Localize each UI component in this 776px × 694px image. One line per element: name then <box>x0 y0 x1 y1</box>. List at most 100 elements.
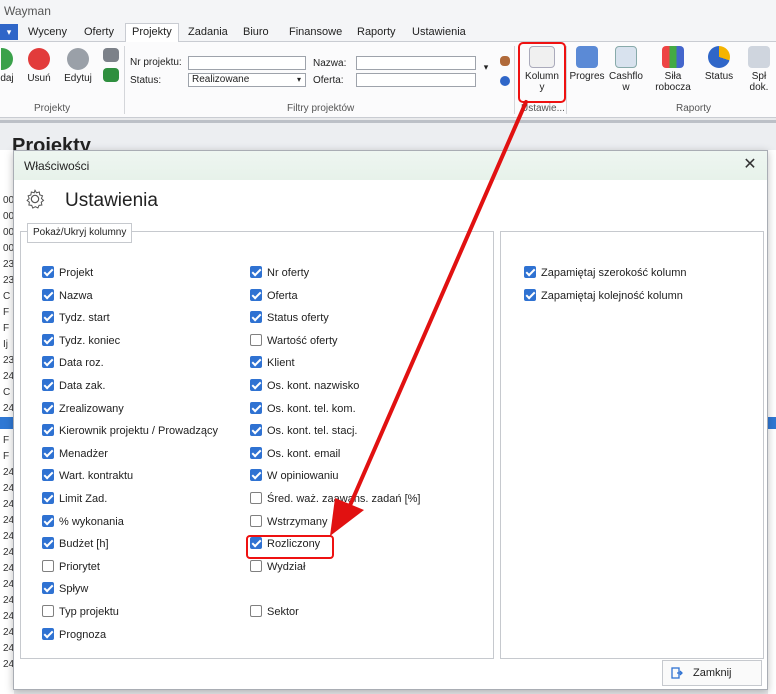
oferta-field[interactable] <box>356 73 476 87</box>
checkbox-kierownik-projektu-prowadzący[interactable]: Kierownik projektu / Prowadzący <box>42 424 218 439</box>
checkbox-sektor[interactable]: Sektor <box>250 605 299 620</box>
door-exit-icon <box>671 667 683 679</box>
checkbox-spływ[interactable]: Spływ <box>42 582 88 597</box>
checkbox-tydz-start[interactable]: Tydz. start <box>42 311 110 326</box>
checkbox-checked-icon[interactable] <box>42 311 54 324</box>
grid-right-edge <box>768 150 776 694</box>
status-select[interactable]: Realizowane ▾ <box>188 73 306 87</box>
status-button[interactable]: Status <box>700 46 738 82</box>
nr-projektu-field[interactable] <box>188 56 306 70</box>
checkbox-nazwa[interactable]: Nazwa <box>42 288 93 304</box>
checkbox-typ-projektu[interactable]: Typ projektu <box>42 605 119 620</box>
checkbox-checked-icon[interactable] <box>42 356 54 369</box>
checkbox-checked-icon[interactable] <box>42 514 54 527</box>
checkbox-os-kont-tel-kom[interactable]: Os. kont. tel. kom. <box>250 401 356 417</box>
checkbox-checked-icon[interactable] <box>42 379 54 392</box>
checkbox-unchecked-icon[interactable] <box>250 559 262 572</box>
checkbox-checked-icon[interactable] <box>250 266 262 279</box>
selected-row[interactable] <box>0 417 14 429</box>
tab-ustawienia[interactable]: Ustawienia <box>412 26 466 38</box>
checkbox-checked-icon[interactable] <box>42 492 54 505</box>
checkbox-priorytet[interactable]: Priorytet <box>42 559 100 575</box>
checkbox-status-oferty[interactable]: Status oferty <box>250 311 329 326</box>
checkbox-unchecked-icon[interactable] <box>250 492 262 505</box>
checkbox-checked-icon[interactable] <box>42 627 54 640</box>
clear-filter-button[interactable] <box>499 56 511 69</box>
app-menu-button[interactable]: ▾ <box>0 24 18 40</box>
checkbox--wykonania[interactable]: % wykonania <box>42 514 124 530</box>
cashflow-label-1: Cashflo <box>609 71 643 82</box>
tab-oferty[interactable]: Oferty <box>84 26 114 38</box>
checkbox-unchecked-icon[interactable] <box>42 559 54 572</box>
checkbox-wart-kontraktu[interactable]: Wart. kontraktu <box>42 469 133 484</box>
checkbox-data-zak[interactable]: Data zak. <box>42 379 105 394</box>
checkbox-zrealizowany[interactable]: Zrealizowany <box>42 401 124 417</box>
checkbox-wstrzymany[interactable]: Wstrzymany <box>250 514 328 530</box>
cashflow-button[interactable]: Cashflo w <box>606 46 646 93</box>
checkbox-checked-icon[interactable] <box>250 356 262 369</box>
tab-projekty[interactable]: Projekty <box>125 23 179 43</box>
checkbox-checked-icon[interactable] <box>42 469 54 482</box>
page-heading-bar: Projekty <box>0 120 776 157</box>
checkbox-unchecked-icon[interactable] <box>42 605 54 618</box>
checkbox-os-kont-email[interactable]: Os. kont. email <box>250 446 340 462</box>
checkbox-checked-icon[interactable] <box>42 288 54 301</box>
tab-biuro[interactable]: Biuro <box>243 26 269 38</box>
checkbox-menadżer[interactable]: Menadżer <box>42 446 108 462</box>
checkbox-tydz-koniec[interactable]: Tydz. koniec <box>42 333 120 349</box>
checkbox-budżet-h[interactable]: Budżet [h] <box>42 537 109 552</box>
checkbox-checked-icon[interactable] <box>42 401 54 414</box>
tab-wyceny[interactable]: Wyceny <box>28 26 67 38</box>
checkbox-os-kont-nazwisko[interactable]: Os. kont. nazwisko <box>250 379 359 394</box>
checkbox-checked-icon[interactable] <box>250 446 262 459</box>
tab-zadania[interactable]: Zadania <box>188 26 228 38</box>
checkbox-checked-icon[interactable] <box>524 266 536 279</box>
checkbox-os-kont-tel-stacj[interactable]: Os. kont. tel. stacj. <box>250 424 357 439</box>
checkbox-checked-icon[interactable] <box>250 379 262 392</box>
close-button[interactable]: Zamknij <box>662 660 762 686</box>
close-icon[interactable]: ✕ <box>739 155 761 175</box>
spl-dok-button[interactable]: Spł dok. <box>742 46 776 93</box>
checkbox-checked-icon[interactable] <box>42 266 54 279</box>
checkbox-zapamiętaj-szerokość-kolumn[interactable]: Zapamiętaj szerokość kolumn <box>524 266 687 281</box>
progres-button[interactable]: Progres <box>568 46 606 82</box>
checkbox-w-opiniowaniu[interactable]: W opiniowaniu <box>250 469 339 484</box>
checkbox-unchecked-icon[interactable] <box>250 333 262 346</box>
refresh-button[interactable] <box>499 76 511 89</box>
checkbox-limit-zad[interactable]: Limit Zad. <box>42 492 107 507</box>
checkbox-nr-oferty[interactable]: Nr oferty <box>250 266 309 281</box>
checkbox-checked-icon[interactable] <box>250 469 262 482</box>
checkbox-oferta[interactable]: Oferta <box>250 288 298 304</box>
checkbox-checked-icon[interactable] <box>250 288 262 301</box>
add-button[interactable]: daj <box>0 48 14 84</box>
sila-robocza-button[interactable]: Siła robocza <box>652 46 694 93</box>
dropdown-arrow-icon[interactable]: ▾ <box>482 62 490 73</box>
nazwa-field[interactable] <box>356 56 476 70</box>
checkbox-checked-icon[interactable] <box>524 288 536 301</box>
excel-button[interactable] <box>100 68 122 85</box>
checkbox-unchecked-icon[interactable] <box>250 514 262 527</box>
checkbox-data-roz[interactable]: Data roz. <box>42 356 104 371</box>
checkbox-wartość-oferty[interactable]: Wartość oferty <box>250 333 338 349</box>
checkbox-klient[interactable]: Klient <box>250 356 295 371</box>
print-button[interactable] <box>100 48 122 65</box>
checkbox-checked-icon[interactable] <box>42 424 54 437</box>
checkbox-prognoza[interactable]: Prognoza <box>42 627 106 643</box>
checkbox-checked-icon[interactable] <box>250 424 262 437</box>
checkbox-checked-icon[interactable] <box>250 401 262 414</box>
checkbox-wydział[interactable]: Wydział <box>250 559 305 575</box>
checkbox-checked-icon[interactable] <box>42 333 54 346</box>
tab-finansowe[interactable]: Finansowe <box>289 26 342 38</box>
checkbox-unchecked-icon[interactable] <box>250 605 262 618</box>
checkbox-checked-icon[interactable] <box>250 311 262 324</box>
checkbox-checked-icon[interactable] <box>42 537 54 550</box>
checkbox-projekt[interactable]: Projekt <box>42 266 93 281</box>
checkbox-śred-waż-zaawans-zadań[interactable]: Śred. waż. zaawans. zadań [%] <box>250 492 420 507</box>
edit-button[interactable]: Edytuj <box>60 48 96 84</box>
delete-button[interactable]: Usuń <box>24 48 54 84</box>
selected-row[interactable] <box>768 417 776 429</box>
checkbox-checked-icon[interactable] <box>42 582 54 595</box>
tab-raporty[interactable]: Raporty <box>357 26 396 38</box>
checkbox-checked-icon[interactable] <box>42 446 54 459</box>
checkbox-zapamiętaj-kolejność-kolumn[interactable]: Zapamiętaj kolejność kolumn <box>524 288 683 304</box>
